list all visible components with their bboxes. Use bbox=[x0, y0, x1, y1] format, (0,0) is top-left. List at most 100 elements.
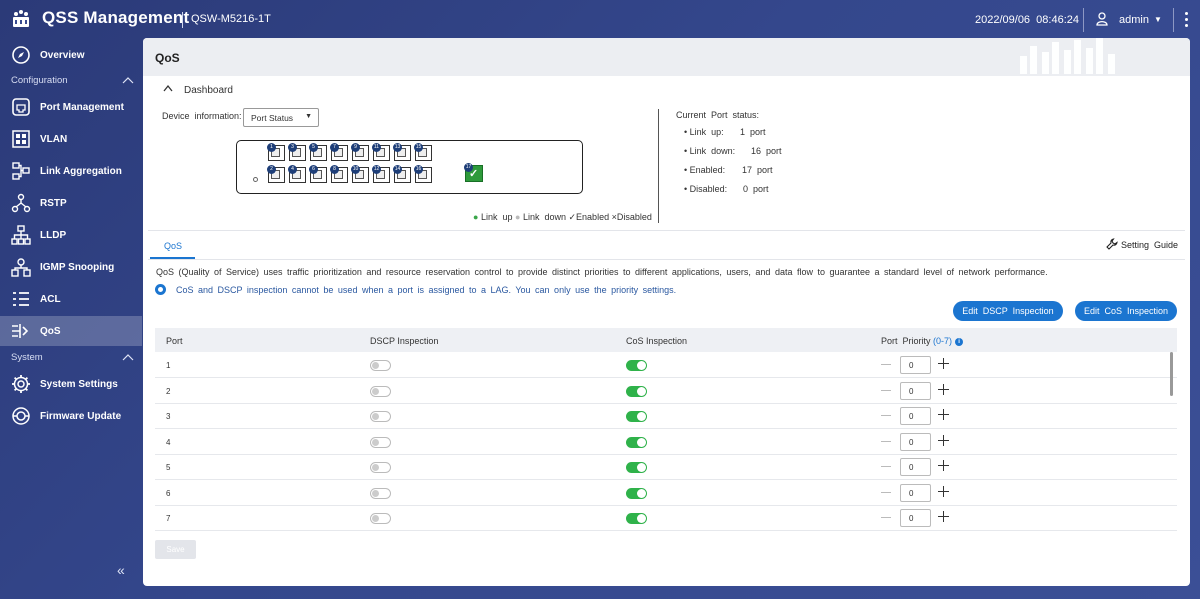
table-scrollbar[interactable] bbox=[1170, 352, 1173, 396]
sidebar-item-acl[interactable]: ACL bbox=[0, 284, 142, 314]
port-6[interactable]: 6 bbox=[309, 165, 327, 183]
dscp-inspection-toggle[interactable] bbox=[370, 487, 391, 499]
port-priority-input[interactable]: 0 bbox=[900, 381, 931, 400]
save-button[interactable]: Save bbox=[155, 540, 196, 559]
section-system[interactable]: System bbox=[11, 352, 43, 363]
compass-icon bbox=[12, 46, 30, 64]
dscp-inspection-toggle[interactable] bbox=[370, 462, 391, 473]
collapse-sidebar-icon[interactable]: « bbox=[117, 562, 125, 578]
cos-inspection-toggle[interactable] bbox=[626, 436, 647, 448]
user-icon[interactable] bbox=[1096, 12, 1108, 26]
port-12[interactable]: 12 bbox=[372, 165, 390, 183]
chevron-up-icon[interactable] bbox=[163, 84, 173, 92]
sidebar-item-link-aggregation[interactable]: Link Aggregation bbox=[0, 156, 142, 186]
sidebar: Overview Configuration Port Management V… bbox=[0, 38, 142, 599]
info-icon[interactable]: i bbox=[955, 337, 964, 346]
port-14[interactable]: 14 bbox=[393, 165, 411, 183]
port-priority-input[interactable]: 0 bbox=[900, 458, 931, 476]
device-info-select[interactable]: Port Status ▼ bbox=[243, 108, 319, 127]
port-11[interactable]: 11 bbox=[372, 143, 390, 161]
port-7[interactable]: 7 bbox=[330, 143, 348, 161]
chevron-up-icon[interactable] bbox=[122, 353, 134, 361]
main-panel: QoS Dashboard Device information: Port S… bbox=[143, 38, 1190, 586]
minus-icon[interactable] bbox=[881, 466, 891, 467]
minus-icon[interactable] bbox=[881, 440, 891, 442]
column-header-dscp: DSCP Inspection bbox=[370, 336, 439, 346]
dashboard-title[interactable]: Dashboard bbox=[184, 85, 233, 96]
port-8[interactable]: 8 bbox=[330, 165, 348, 183]
cos-inspection-toggle[interactable] bbox=[626, 360, 647, 371]
port-3[interactable]: 3 bbox=[288, 143, 306, 161]
port-17[interactable]: 17 ✓ bbox=[464, 163, 483, 182]
port-1[interactable]: 1 bbox=[267, 143, 285, 161]
minus-icon[interactable] bbox=[881, 517, 891, 518]
link-up-dot-icon: ● bbox=[473, 212, 479, 222]
page-header: QoS bbox=[143, 38, 1190, 76]
minus-icon[interactable] bbox=[881, 364, 891, 365]
tab-qos[interactable]: QoS bbox=[164, 241, 182, 251]
port-cell: 5 bbox=[166, 463, 171, 472]
port-priority-input[interactable]: 0 bbox=[900, 509, 931, 527]
sidebar-item-system-settings[interactable]: System Settings bbox=[0, 369, 142, 399]
port-priority-input[interactable]: 0 bbox=[900, 407, 931, 425]
dscp-inspection-toggle[interactable] bbox=[370, 385, 391, 397]
topbar-separator bbox=[1083, 8, 1084, 32]
dscp-inspection-toggle[interactable] bbox=[370, 360, 391, 371]
sidebar-item-overview[interactable]: Overview bbox=[0, 40, 142, 70]
port-priority-input[interactable]: 0 bbox=[900, 432, 931, 451]
port-priority-input[interactable]: 0 bbox=[900, 483, 931, 502]
port-10[interactable]: 10 bbox=[351, 165, 369, 183]
port-16[interactable]: 16 bbox=[414, 165, 432, 183]
sidebar-item-vlan[interactable]: VLAN bbox=[0, 124, 142, 154]
plus-icon[interactable] bbox=[938, 358, 949, 369]
plus-icon[interactable] bbox=[938, 460, 949, 471]
minus-icon[interactable] bbox=[881, 415, 891, 416]
link-down-dot-icon: ● bbox=[515, 212, 521, 222]
device-info-label: Device information: bbox=[162, 111, 242, 121]
plus-icon[interactable] bbox=[938, 434, 949, 446]
legend-disabled: Disabled bbox=[616, 212, 652, 222]
more-options-icon[interactable] bbox=[1185, 12, 1189, 28]
sidebar-item-rstp[interactable]: RSTP bbox=[0, 188, 142, 218]
sidebar-item-port-management[interactable]: Port Management bbox=[0, 92, 142, 122]
cos-inspection-toggle[interactable] bbox=[626, 513, 647, 524]
chevron-up-icon[interactable] bbox=[122, 76, 134, 84]
sidebar-item-igmp-snooping[interactable]: IGMP Snooping bbox=[0, 252, 142, 282]
port-15[interactable]: 15 bbox=[414, 143, 432, 161]
port-number: 6 bbox=[309, 165, 318, 174]
plus-icon[interactable] bbox=[938, 485, 949, 497]
port-number: 7 bbox=[330, 143, 339, 152]
edit-dscp-inspection-button[interactable]: Edit DSCP Inspection bbox=[953, 301, 1063, 321]
edit-cos-inspection-button[interactable]: Edit CoS Inspection bbox=[1075, 301, 1177, 321]
dscp-inspection-toggle[interactable] bbox=[370, 513, 391, 524]
port-number: 3 bbox=[288, 143, 297, 152]
port-priority-input[interactable]: 0 bbox=[900, 356, 931, 374]
port-5[interactable]: 5 bbox=[309, 143, 327, 161]
port-13[interactable]: 13 bbox=[393, 143, 411, 161]
plus-icon[interactable] bbox=[938, 383, 949, 395]
wrench-icon bbox=[1106, 238, 1118, 250]
port-4[interactable]: 4 bbox=[288, 165, 306, 183]
port-2[interactable]: 2 bbox=[267, 165, 285, 183]
username[interactable]: admin bbox=[1119, 14, 1149, 26]
cos-inspection-toggle[interactable] bbox=[626, 385, 647, 397]
port-cell: 7 bbox=[166, 514, 171, 523]
chevron-down-icon[interactable]: ▼ bbox=[1154, 15, 1162, 24]
column-header-priority: Port Priority (0-7) i bbox=[881, 336, 964, 346]
plus-icon[interactable] bbox=[938, 409, 949, 420]
minus-icon[interactable] bbox=[881, 389, 891, 391]
section-configuration[interactable]: Configuration bbox=[11, 75, 68, 86]
port-number: 12 bbox=[372, 165, 381, 174]
dscp-inspection-toggle[interactable] bbox=[370, 411, 391, 422]
sidebar-item-lldp[interactable]: LLDP bbox=[0, 220, 142, 250]
cos-inspection-toggle[interactable] bbox=[626, 487, 647, 499]
sidebar-item-firmware-update[interactable]: Firmware Update bbox=[0, 401, 142, 431]
cos-inspection-toggle[interactable] bbox=[626, 462, 647, 473]
legend-link-down: Link down bbox=[522, 212, 566, 222]
minus-icon[interactable] bbox=[881, 491, 891, 493]
plus-icon[interactable] bbox=[938, 511, 949, 522]
dscp-inspection-toggle[interactable] bbox=[370, 436, 391, 448]
cos-inspection-toggle[interactable] bbox=[626, 411, 647, 422]
sidebar-item-qos[interactable]: QoS bbox=[0, 316, 142, 346]
port-9[interactable]: 9 bbox=[351, 143, 369, 161]
